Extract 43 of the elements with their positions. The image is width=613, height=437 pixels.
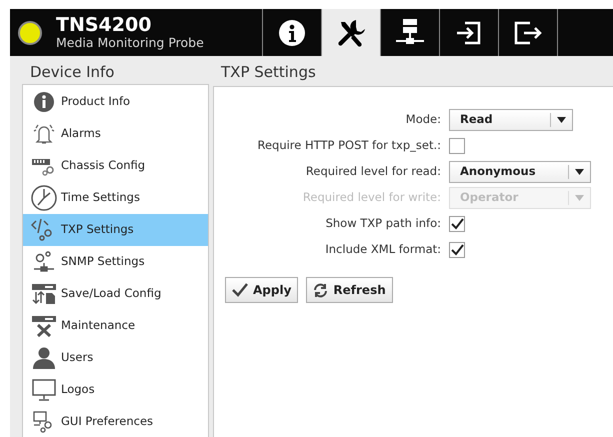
field-label: Required level for read: <box>304 163 442 180</box>
info-icon <box>278 18 306 46</box>
sidebar-item[interactable]: Maintenance <box>23 310 208 342</box>
dropdown: Operator <box>449 187 591 209</box>
user-icon <box>32 346 56 370</box>
field-label: Required level for write: <box>302 189 442 206</box>
clock-icon <box>30 184 58 212</box>
info-icon <box>33 90 55 112</box>
sidebar-item[interactable]: TXP Settings <box>23 214 208 246</box>
caret-icon <box>557 117 566 123</box>
field-label: Show TXP path info: <box>324 215 442 232</box>
check-icon <box>232 283 248 297</box>
sidebar-item[interactable]: Logos <box>23 374 208 406</box>
caret-icon <box>575 195 584 201</box>
dropdown[interactable]: Anonymous <box>449 161 591 183</box>
sidebar-item[interactable]: Users <box>23 342 208 374</box>
checkbox[interactable] <box>449 138 465 154</box>
refresh-icon <box>313 282 328 298</box>
server-transfer-icon <box>31 282 57 306</box>
action-button[interactable]: Refresh <box>306 277 393 303</box>
caret-icon <box>575 169 584 175</box>
app-subtitle: Media Monitoring Probe <box>56 36 204 50</box>
field-label: Mode: <box>404 111 442 128</box>
sidebar-item[interactable]: Alarms <box>23 118 208 150</box>
checkbox[interactable] <box>449 216 465 232</box>
sidebar-title: Device Info <box>30 62 116 83</box>
field-label: Require HTTP POST for txp_set.: <box>256 137 442 154</box>
monitor-icon <box>31 378 57 402</box>
panel-title: TXP Settings <box>221 62 317 83</box>
sidebar-item[interactable]: Product Info <box>23 86 208 118</box>
sidebar-item[interactable]: SNMP Settings <box>23 246 208 278</box>
sidebar-item[interactable]: GUI Preferences <box>23 406 208 437</box>
sidebar-item[interactable]: Save/Load Config <box>23 278 208 310</box>
checkbox[interactable] <box>449 242 465 258</box>
sidebar-item[interactable]: Chassis Config <box>23 150 208 182</box>
app-title: TNS4200 <box>56 16 152 35</box>
action-button[interactable]: Apply <box>225 277 298 303</box>
sidebar-item[interactable]: Time Settings <box>23 182 208 214</box>
toolbar-tab[interactable] <box>321 9 380 56</box>
field-label: Include XML format: <box>324 241 442 258</box>
server-tools-icon <box>31 314 57 338</box>
dropdown[interactable]: Read <box>449 109 573 131</box>
network-gear-icon <box>32 250 56 274</box>
